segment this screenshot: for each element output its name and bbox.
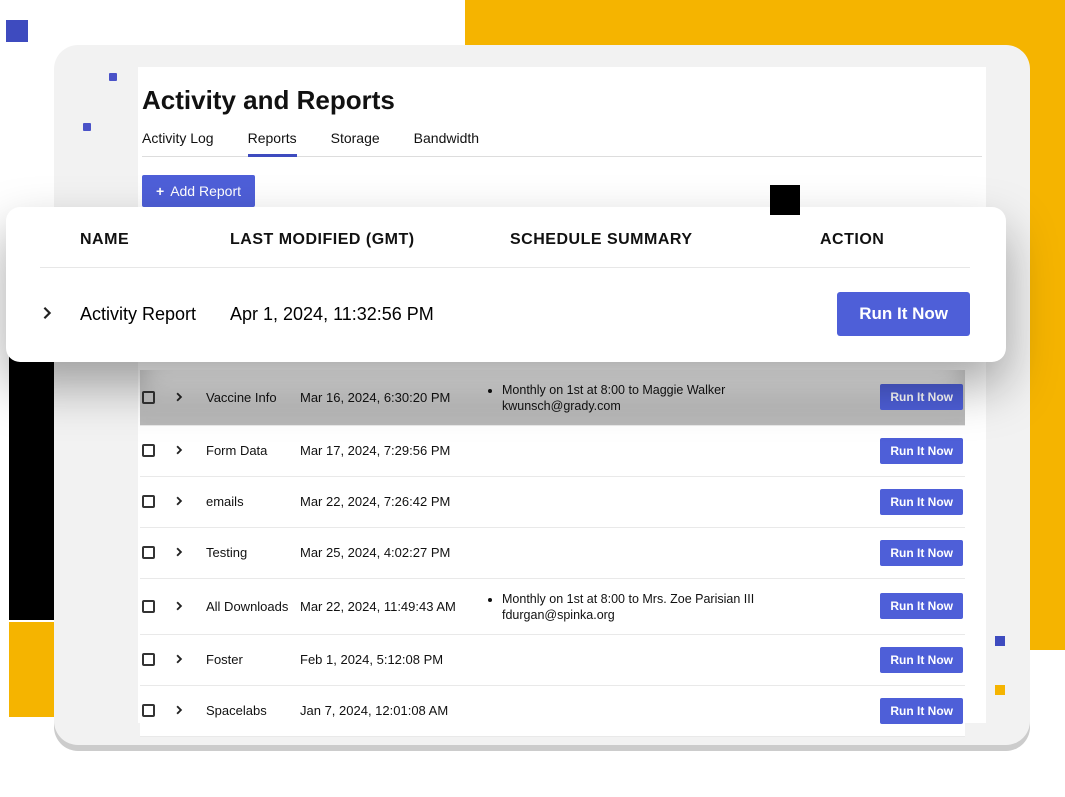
table-row: All Downloads Mar 22, 2024, 11:49:43 AM Mo… (140, 579, 965, 635)
row-checkbox[interactable] (142, 653, 155, 666)
chevron-right-icon (174, 705, 184, 715)
decor-blue-dot (995, 636, 1005, 646)
run-it-now-button[interactable]: Run It Now (880, 593, 963, 619)
chevron-right-icon (174, 445, 184, 455)
run-it-now-button[interactable]: Run It Now (880, 489, 963, 515)
report-modified: Apr 1, 2024, 11:32:56 PM (230, 304, 510, 325)
report-modified: Jan 7, 2024, 12:01:08 AM (300, 703, 480, 718)
row-checkbox[interactable] (142, 600, 155, 613)
row-checkbox[interactable] (142, 546, 155, 559)
decor-blue-square (6, 20, 28, 42)
report-modified: Feb 1, 2024, 5:12:08 PM (300, 652, 480, 667)
report-name: All Downloads (206, 599, 296, 614)
add-report-button[interactable]: + Add Report (142, 175, 255, 207)
run-it-now-button[interactable]: Run It Now (880, 384, 963, 410)
row-checkbox[interactable] (142, 704, 155, 717)
report-modified: Mar 22, 2024, 11:49:43 AM (300, 599, 480, 614)
col-name: NAME (80, 231, 230, 249)
row-checkbox[interactable] (142, 495, 155, 508)
chevron-right-icon (174, 601, 184, 611)
chevron-right-icon (174, 496, 184, 506)
decor-yellow-dot (995, 685, 1005, 695)
table-row: Spacelabs Jan 7, 2024, 12:01:08 AM Run It … (140, 686, 965, 737)
table-row: Testing Mar 25, 2024, 4:02:27 PM Run It No… (140, 528, 965, 579)
run-it-now-button[interactable]: Run It Now (880, 647, 963, 673)
report-modified: Mar 22, 2024, 7:26:42 PM (300, 494, 480, 509)
table-row: Form Data Mar 17, 2024, 7:29:56 PM Run It … (140, 426, 965, 477)
tab-storage[interactable]: Storage (331, 124, 380, 156)
row-checkbox[interactable] (142, 444, 155, 457)
chevron-right-icon (174, 654, 184, 664)
tab-reports[interactable]: Reports (248, 124, 297, 157)
report-modified: Mar 17, 2024, 7:29:56 PM (300, 443, 480, 458)
report-name: Foster (206, 652, 296, 667)
report-name: emails (206, 494, 296, 509)
page-title: Activity and Reports (142, 85, 982, 116)
plus-icon: + (156, 183, 164, 199)
highlighted-row-card: NAME LAST MODIFIED (GMT) SCHEDULE SUMMAR… (6, 207, 1006, 362)
table-row: emails Mar 22, 2024, 7:26:42 PM Run It Now (140, 477, 965, 528)
expand-toggle[interactable] (174, 545, 202, 560)
table-header: NAME LAST MODIFIED (GMT) SCHEDULE SUMMAR… (40, 231, 970, 268)
tab-activity-log[interactable]: Activity Log (142, 124, 214, 156)
camera-dot (109, 73, 117, 81)
expand-toggle[interactable] (40, 304, 80, 325)
decor-black-square (770, 185, 800, 215)
chevron-right-icon (174, 547, 184, 557)
tabs: Activity Log Reports Storage Bandwidth (142, 124, 982, 157)
report-name: Testing (206, 545, 296, 560)
run-it-now-button[interactable]: Run It Now (880, 698, 963, 724)
report-name: Form Data (206, 443, 296, 458)
chevron-right-icon (174, 392, 184, 402)
report-modified: Mar 16, 2024, 6:30:20 PM (300, 390, 480, 405)
reports-table: Vaccine Info Mar 16, 2024, 6:30:20 PM Mont… (140, 370, 965, 737)
expand-toggle[interactable] (174, 703, 202, 718)
expand-toggle[interactable] (174, 390, 202, 405)
add-report-label: Add Report (170, 183, 241, 199)
table-row: Foster Feb 1, 2024, 5:12:08 PM Run It Now (140, 635, 965, 686)
expand-toggle[interactable] (174, 494, 202, 509)
row-checkbox[interactable] (142, 391, 155, 404)
table-row: Vaccine Info Mar 16, 2024, 6:30:20 PM Mont… (140, 370, 965, 426)
report-name: Activity Report (80, 303, 230, 326)
report-schedule: Monthly on 1st at 8:00 to Mrs. Zoe Paris… (484, 591, 869, 622)
camera-dot (83, 123, 91, 131)
report-name: Vaccine Info (206, 390, 296, 405)
tab-bandwidth[interactable]: Bandwidth (414, 124, 479, 156)
chevron-right-icon (40, 306, 54, 320)
col-action: ACTION (820, 231, 970, 249)
decor-black-bar (9, 330, 56, 620)
expand-toggle[interactable] (174, 443, 202, 458)
report-modified: Mar 25, 2024, 4:02:27 PM (300, 545, 480, 560)
run-it-now-button[interactable]: Run It Now (880, 540, 963, 566)
expand-toggle[interactable] (174, 599, 202, 614)
run-it-now-button[interactable]: Run It Now (880, 438, 963, 464)
report-name: Spacelabs (206, 703, 296, 718)
col-schedule: SCHEDULE SUMMARY (510, 231, 820, 249)
expand-toggle[interactable] (174, 652, 202, 667)
col-modified: LAST MODIFIED (GMT) (230, 231, 510, 249)
report-schedule: Monthly on 1st at 8:00 to Maggie Walkerk… (484, 382, 869, 413)
run-it-now-button[interactable]: Run It Now (837, 292, 970, 336)
